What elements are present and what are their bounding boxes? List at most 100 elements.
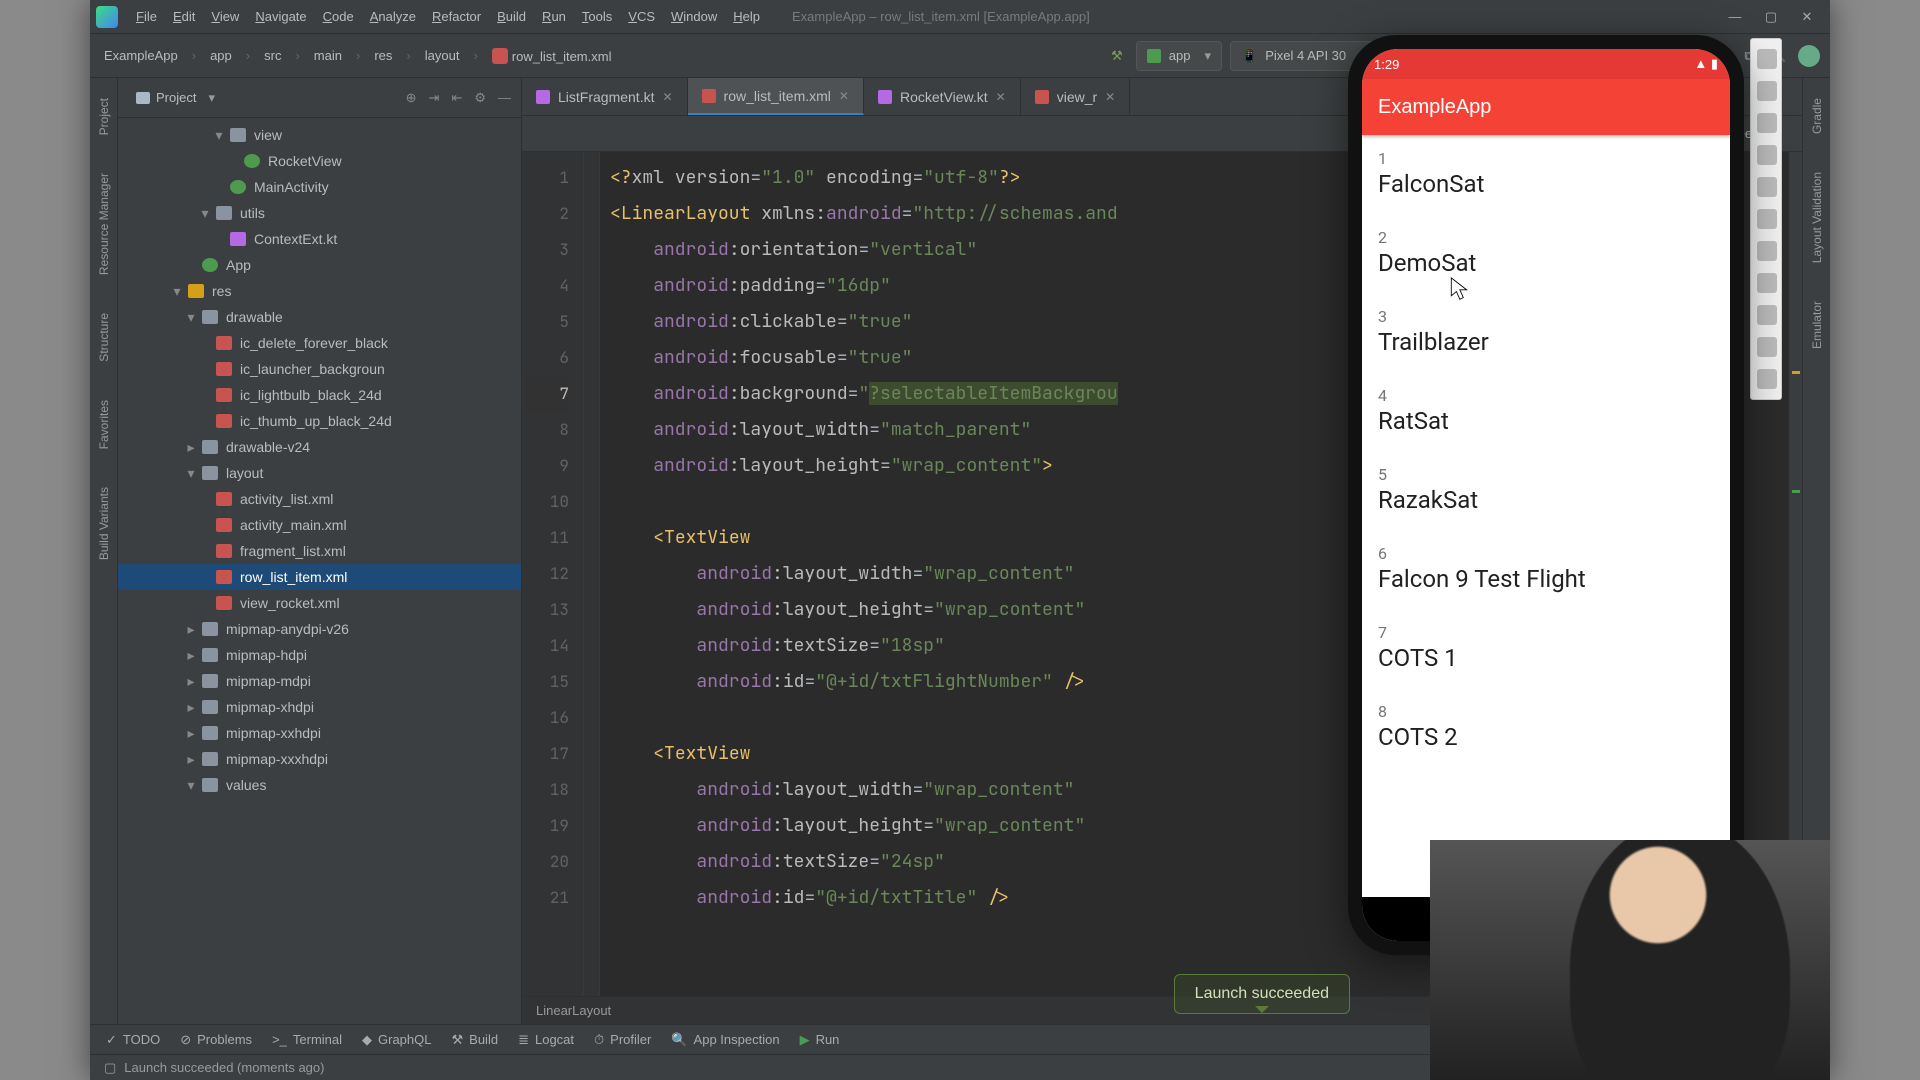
list-item[interactable]: 5 RazakSat	[1362, 451, 1730, 530]
list-item[interactable]: 1 FalconSat	[1362, 135, 1730, 214]
crumb-5[interactable]: layout	[421, 46, 464, 65]
tree-item[interactable]: ic_launcher_backgroun	[118, 356, 521, 382]
tool-tab-app inspection[interactable]: 🔍 App Inspection	[671, 1032, 779, 1048]
tree-twisty-icon[interactable]: ▸	[184, 439, 198, 456]
tree-item[interactable]: ▾ layout	[118, 460, 521, 486]
tree-twisty-icon[interactable]: ▾	[184, 465, 198, 482]
emu-tool-button[interactable]	[1757, 81, 1777, 101]
emu-tool-button[interactable]	[1757, 273, 1777, 293]
list-item[interactable]: 6 Falcon 9 Test Flight	[1362, 530, 1730, 609]
menu-vcs[interactable]: VCS	[620, 5, 663, 28]
collapse-icon[interactable]: ⇥	[429, 90, 440, 106]
list-item[interactable]: 7 COTS 1	[1362, 609, 1730, 688]
rail-structure[interactable]: Structure	[97, 305, 111, 370]
menu-file[interactable]: File	[128, 5, 165, 28]
run-config-dropdown[interactable]: app	[1136, 41, 1222, 71]
editor-tab[interactable]: RocketView.kt ✕	[864, 78, 1021, 115]
project-view-selector[interactable]: Project	[128, 86, 223, 110]
close-icon[interactable]: ✕	[839, 89, 849, 103]
window-close-icon[interactable]: ✕	[1798, 9, 1816, 25]
tree-twisty-icon[interactable]: ▾	[184, 309, 198, 326]
window-minimize-icon[interactable]: —	[1726, 9, 1744, 25]
rail-gradle[interactable]: Gradle	[1810, 90, 1824, 142]
tree-item[interactable]: ic_delete_forever_black	[118, 330, 521, 356]
close-icon[interactable]: ✕	[662, 90, 672, 104]
rail-emulator[interactable]: Emulator	[1810, 293, 1824, 357]
list-item[interactable]: 4 RatSat	[1362, 372, 1730, 451]
tree-item[interactable]: App	[118, 252, 521, 278]
emu-tool-button[interactable]	[1757, 49, 1777, 69]
tree-item[interactable]: ▾ values	[118, 772, 521, 798]
tree-item[interactable]: RocketView	[118, 148, 521, 174]
menu-navigate[interactable]: Navigate	[247, 5, 314, 28]
tree-item[interactable]: ▸ drawable-v24	[118, 434, 521, 460]
tool-tab-run[interactable]: ▶ Run	[800, 1032, 840, 1048]
close-icon[interactable]: ✕	[996, 90, 1006, 104]
editor-tab[interactable]: row_list_item.xml ✕	[688, 78, 864, 115]
emu-tool-button[interactable]	[1757, 113, 1777, 133]
notification-balloon[interactable]: Launch succeeded	[1174, 974, 1350, 1014]
emu-tool-button[interactable]	[1757, 145, 1777, 165]
tree-item[interactable]: row_list_item.xml	[118, 564, 521, 590]
tree-twisty-icon[interactable]: ▸	[184, 673, 198, 690]
menu-edit[interactable]: Edit	[165, 5, 203, 28]
tree-item[interactable]: ▾ res	[118, 278, 521, 304]
tree-item[interactable]: MainActivity	[118, 174, 521, 200]
tool-tab-problems[interactable]: ⊘ Problems	[180, 1032, 252, 1048]
expand-icon[interactable]: ⇤	[451, 90, 462, 106]
tree-twisty-icon[interactable]: ▾	[184, 777, 198, 794]
window-maximize-icon[interactable]: ▢	[1762, 9, 1780, 25]
tree-item[interactable]: ic_lightbulb_black_24d	[118, 382, 521, 408]
tree-item[interactable]: ▾ utils	[118, 200, 521, 226]
tool-tab-logcat[interactable]: ≣ Logcat	[518, 1032, 574, 1048]
list-item[interactable]: 2 DemoSat	[1362, 214, 1730, 293]
menu-build[interactable]: Build	[489, 5, 534, 28]
list-item[interactable]: 3 Trailblazer	[1362, 293, 1730, 372]
tree-twisty-icon[interactable]: ▸	[184, 621, 198, 638]
tree-item[interactable]: ▸ mipmap-anydpi-v26	[118, 616, 521, 642]
tree-item[interactable]: activity_list.xml	[118, 486, 521, 512]
menu-view[interactable]: View	[203, 5, 247, 28]
emu-tool-button[interactable]	[1757, 369, 1777, 389]
tree-item[interactable]: ▸ mipmap-mdpi	[118, 668, 521, 694]
tool-tab-terminal[interactable]: >_ Terminal	[272, 1032, 342, 1047]
emu-tool-button[interactable]	[1757, 177, 1777, 197]
crumb-1[interactable]: app	[206, 46, 236, 65]
emu-tool-button[interactable]	[1757, 209, 1777, 229]
menu-tools[interactable]: Tools	[574, 5, 620, 28]
tree-item[interactable]: fragment_list.xml	[118, 538, 521, 564]
menu-refactor[interactable]: Refactor	[424, 5, 489, 28]
rail-favorites[interactable]: Favorites	[97, 392, 111, 457]
tree-item[interactable]: activity_main.xml	[118, 512, 521, 538]
tree-item[interactable]: ▸ mipmap-xxhdpi	[118, 720, 521, 746]
tree-item[interactable]: ic_thumb_up_black_24d	[118, 408, 521, 434]
editor-tab[interactable]: view_r ✕	[1021, 78, 1131, 115]
hammer-icon[interactable]: ⚒	[1106, 45, 1128, 67]
tool-tab-build[interactable]: ⚒ Build	[452, 1032, 499, 1048]
editor-tab[interactable]: ListFragment.kt ✕	[522, 78, 688, 115]
rail-build variants[interactable]: Build Variants	[97, 479, 111, 568]
target-icon[interactable]: ⊕	[406, 90, 417, 106]
menu-code[interactable]: Code	[315, 5, 362, 28]
tree-twisty-icon[interactable]: ▾	[198, 205, 212, 222]
menu-window[interactable]: Window	[663, 5, 725, 28]
tree-item[interactable]: view_rocket.xml	[118, 590, 521, 616]
emulator-window[interactable]: 1:29 ▲ ▮ ExampleApp 1 FalconSat 2 DemoSa…	[1348, 35, 1744, 955]
gear-icon[interactable]: ⚙	[474, 90, 486, 106]
tool-tab-profiler[interactable]: ⏱ Profiler	[594, 1032, 651, 1048]
tree-item[interactable]: ▸ mipmap-hdpi	[118, 642, 521, 668]
rail-project[interactable]: Project	[97, 90, 111, 143]
tree-twisty-icon[interactable]: ▸	[184, 751, 198, 768]
tree-twisty-icon[interactable]: ▾	[212, 127, 226, 144]
menu-run[interactable]: Run	[534, 5, 574, 28]
hide-icon[interactable]: —	[498, 90, 511, 106]
rail-layout validation[interactable]: Layout Validation	[1810, 164, 1824, 271]
emu-tool-button[interactable]	[1757, 241, 1777, 261]
menu-help[interactable]: Help	[725, 5, 768, 28]
rail-resource manager[interactable]: Resource Manager	[97, 165, 111, 283]
tool-tab-graphql[interactable]: ◆ GraphQL	[362, 1032, 431, 1048]
tree-item[interactable]: ▸ mipmap-xxxhdpi	[118, 746, 521, 772]
tree-twisty-icon[interactable]: ▸	[184, 647, 198, 664]
avatar-icon[interactable]	[1798, 45, 1820, 67]
menu-analyze[interactable]: Analyze	[362, 5, 424, 28]
